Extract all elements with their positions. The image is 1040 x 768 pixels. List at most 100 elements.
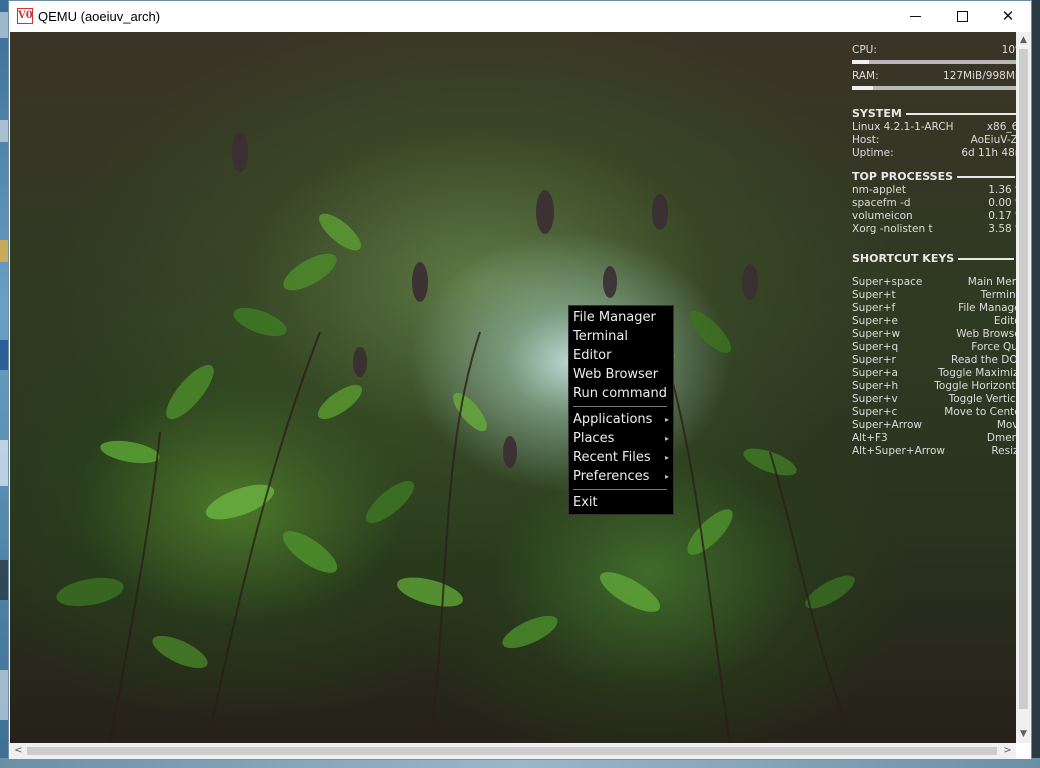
shortcut-row: Super+f File Manager <box>852 302 1016 315</box>
process-cpu: 1.36 % <box>988 184 1016 196</box>
shortcut-row: Alt+Super+Arrow Resize <box>852 445 1016 458</box>
close-button[interactable]: ✕ <box>985 1 1031 32</box>
system-row: Uptime: 6d 11h 48m <box>852 147 1016 160</box>
shortcut-row: Super+t Terminal <box>852 289 1016 302</box>
process-row: Xorg -nolisten t 3.58 % <box>852 223 1016 236</box>
horizontal-scroll-thumb[interactable] <box>27 747 997 755</box>
shortcut-key: Super+e <box>852 315 899 327</box>
shortcut-action: Move <box>996 419 1016 431</box>
qemu-window: V0 QEMU (aoeiuv_arch) ✕ CPU: 10 RAM: 127… <box>8 0 1032 760</box>
process-name: volumeicon <box>852 210 913 222</box>
shortcut-action: Toggle Horizontal <box>934 380 1016 392</box>
qemu-logo-icon: V0 <box>17 8 33 24</box>
scroll-left-button[interactable]: < <box>10 743 27 759</box>
ram-label: RAM: <box>852 70 879 82</box>
shortcut-row: Super+r Read the DOC <box>852 354 1016 367</box>
vertical-scrollbar[interactable]: ▲ ▼ <box>1016 32 1031 743</box>
vertical-scroll-thumb[interactable] <box>1019 49 1028 709</box>
shortcut-list: Super+spaceMain MenuSuper+tTerminalSuper… <box>852 276 1016 458</box>
shortcut-action: Force Quit <box>971 341 1016 353</box>
conky-panel: CPU: 10% RAM: 127MiB/998MiB SYSTEM Linux… <box>852 44 1016 458</box>
menu-item[interactable]: Web Browser <box>569 365 673 384</box>
menu-item-exit[interactable]: Exit <box>569 493 673 512</box>
shortcut-action: Toggle Vertical <box>948 393 1016 405</box>
system-value: AoEiuV-ZX <box>970 134 1016 146</box>
processes-heading-text: TOP PROCESSES <box>852 170 954 183</box>
submenu-item[interactable]: Applications ▸ <box>569 410 673 429</box>
shortcut-action: Editor <box>993 315 1016 327</box>
shortcut-key: Super+a <box>852 367 898 379</box>
shortcut-key: Super+h <box>852 380 899 392</box>
shortcut-row: Alt+F3 Dmenu <box>852 432 1016 445</box>
system-label: Uptime: <box>852 147 894 159</box>
submenu-item[interactable]: Preferences ▸ <box>569 467 673 486</box>
cpu-label: CPU: <box>852 44 877 56</box>
guest-desktop[interactable]: CPU: 10% RAM: 127MiB/998MiB SYSTEM Linux… <box>10 32 1016 743</box>
ram-bar-fill <box>852 86 874 90</box>
shortcut-key: Alt+Super+Arrow <box>852 445 945 457</box>
system-heading: SYSTEM <box>852 107 1016 121</box>
close-icon: ✕ <box>1001 7 1015 25</box>
menu-item[interactable]: Editor <box>569 346 673 365</box>
ram-bar <box>852 86 1016 90</box>
cpu-bar <box>852 60 1016 64</box>
system-row: Host: AoEiuV-ZX <box>852 134 1016 147</box>
scroll-down-button[interactable]: ▼ <box>1016 726 1031 743</box>
root-menu: File Manager Terminal Editor Web Browser Run… <box>568 305 674 515</box>
ram-row: RAM: 127MiB/998MiB <box>852 70 1016 83</box>
submenu-item[interactable]: Recent Files ▸ <box>569 448 673 467</box>
submenu-label: Preferences <box>573 469 650 484</box>
process-cpu: 0.00 % <box>988 197 1016 209</box>
system-value: 6d 11h 48m <box>961 147 1016 159</box>
heading-rule <box>905 113 1016 115</box>
shortcut-action: Dmenu <box>986 432 1016 444</box>
system-list: Linux 4.2.1-1-ARCHx86_64Host:AoEiuV-ZXUp… <box>852 121 1016 160</box>
shortcut-key: Super+space <box>852 276 923 288</box>
system-heading-text: SYSTEM <box>852 107 902 120</box>
process-cpu: 0.17 % <box>988 210 1016 222</box>
shortcut-row: Super+e Editor <box>852 315 1016 328</box>
submenu-label: Places <box>573 431 615 446</box>
shortcut-key: Super+w <box>852 328 901 340</box>
shortcut-key: Super+Arrow <box>852 419 922 431</box>
submenu-label: Recent Files <box>573 450 651 465</box>
horizontal-scrollbar[interactable]: < > <box>10 743 1016 759</box>
shortcut-action: Toggle Maximize <box>938 367 1016 379</box>
menu-separator <box>573 489 667 490</box>
scroll-right-button[interactable]: > <box>999 743 1016 759</box>
title-bar[interactable]: V0 QEMU (aoeiuv_arch) ✕ <box>9 1 1031 32</box>
shortcut-action: Web Browser <box>956 328 1016 340</box>
shortcut-key: Super+r <box>852 354 896 366</box>
shortcut-row: Super+c Move to Center <box>852 406 1016 419</box>
shortcut-row: Super+w Web Browser <box>852 328 1016 341</box>
scroll-up-button[interactable]: ▲ <box>1016 32 1031 49</box>
process-row: volumeicon 0.17 % <box>852 210 1016 223</box>
submenu-arrow-icon: ▸ <box>664 453 669 462</box>
shortcut-key: Super+c <box>852 406 898 418</box>
shortcut-action: Main Menu <box>967 276 1016 288</box>
shortcut-key: Alt+F3 <box>852 432 888 444</box>
submenu-arrow-icon: ▸ <box>664 434 669 443</box>
shortcut-key: Super+q <box>852 341 899 353</box>
heading-rule <box>957 176 1016 178</box>
window-title: QEMU (aoeiuv_arch) <box>38 9 161 24</box>
system-label: Linux 4.2.1-1-ARCH <box>852 121 954 133</box>
menu-item[interactable]: Terminal <box>569 327 673 346</box>
submenu-label: Applications <box>573 412 653 427</box>
maximize-button[interactable] <box>939 1 985 32</box>
shortcut-action: Resize <box>991 445 1016 457</box>
process-row: spacefm -d 0.00 % <box>852 197 1016 210</box>
submenu-arrow-icon: ▸ <box>664 415 669 424</box>
minimize-button[interactable] <box>893 1 939 32</box>
shortcut-row: Super+Arrow Move <box>852 419 1016 432</box>
system-label: Host: <box>852 134 880 146</box>
shortcut-row: Super+a Toggle Maximize <box>852 367 1016 380</box>
submenu-item[interactable]: Places ▸ <box>569 429 673 448</box>
minimize-icon <box>910 16 921 17</box>
shortcut-row: Super+v Toggle Vertical <box>852 393 1016 406</box>
menu-item[interactable]: Run command <box>569 384 673 403</box>
system-value: x86_64 <box>986 121 1016 133</box>
processes-heading: TOP PROCESSES <box>852 170 1016 184</box>
system-row: Linux 4.2.1-1-ARCH x86_64 <box>852 121 1016 134</box>
menu-item[interactable]: File Manager <box>569 308 673 327</box>
